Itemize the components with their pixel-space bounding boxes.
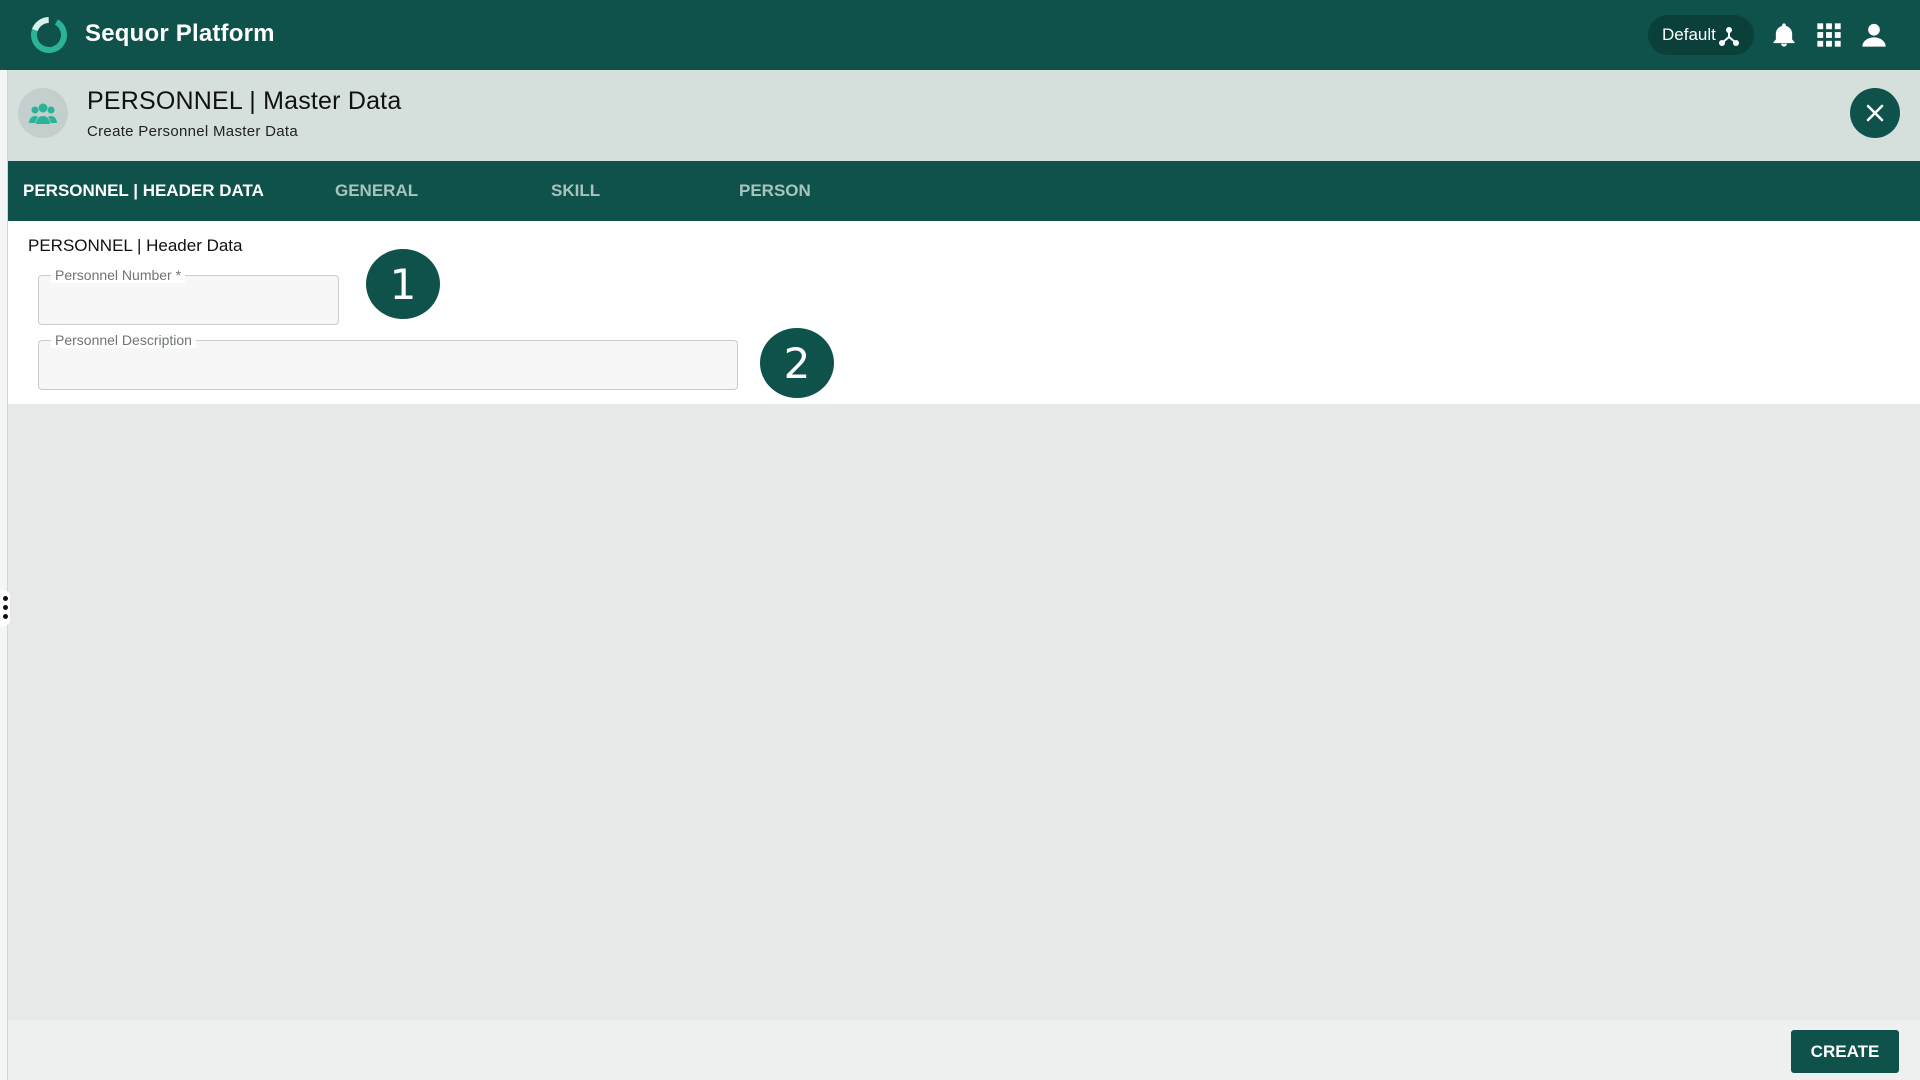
hierarchy-icon	[1719, 27, 1739, 46]
people-group-icon	[29, 103, 57, 124]
close-icon	[1866, 104, 1884, 122]
page-title: PERSONNEL | Master Data	[87, 87, 402, 115]
sidebar-toggle-handle[interactable]	[0, 590, 10, 626]
bell-icon[interactable]	[1770, 21, 1798, 49]
tab-general[interactable]: GENERAL	[335, 161, 418, 221]
page-header: PERSONNEL | Master Data Create Personnel…	[8, 70, 1920, 161]
tenant-selector[interactable]: Default	[1648, 15, 1754, 55]
sidebar-edge	[0, 70, 8, 1080]
tab-person[interactable]: PERSON	[739, 161, 811, 221]
user-icon[interactable]	[1860, 21, 1888, 49]
tab-skill[interactable]: SKILL	[551, 161, 600, 221]
tab-personnel-header-data[interactable]: PERSONNEL | HEADER DATA	[23, 161, 264, 221]
personnel-number-input[interactable]	[39, 276, 338, 324]
page-subtitle: Create Personnel Master Data	[87, 123, 298, 140]
footer-bar: CREATE	[8, 1020, 1920, 1080]
personnel-number-field[interactable]: Personnel Number *	[38, 267, 339, 325]
step-badge-1: 1	[366, 249, 440, 319]
top-app-bar: Sequor Platform Default	[0, 0, 1920, 70]
step-badge-2: 2	[760, 328, 834, 398]
module-avatar	[18, 88, 68, 138]
header-data-form: PERSONNEL | Header Data Personnel Number…	[8, 221, 1920, 404]
personnel-description-field[interactable]: Personnel Description	[38, 332, 738, 390]
app-title: Sequor Platform	[85, 20, 275, 47]
tab-bar: PERSONNEL | HEADER DATA GENERAL SKILL PE…	[8, 161, 1920, 221]
tenant-label: Default	[1662, 25, 1716, 44]
close-button[interactable]	[1850, 88, 1900, 138]
personnel-description-input[interactable]	[39, 341, 737, 389]
sequor-logo-icon[interactable]	[29, 15, 69, 55]
apps-grid-icon[interactable]	[1815, 21, 1843, 49]
section-title: PERSONNEL | Header Data	[28, 236, 243, 255]
create-button[interactable]: CREATE	[1791, 1030, 1899, 1073]
